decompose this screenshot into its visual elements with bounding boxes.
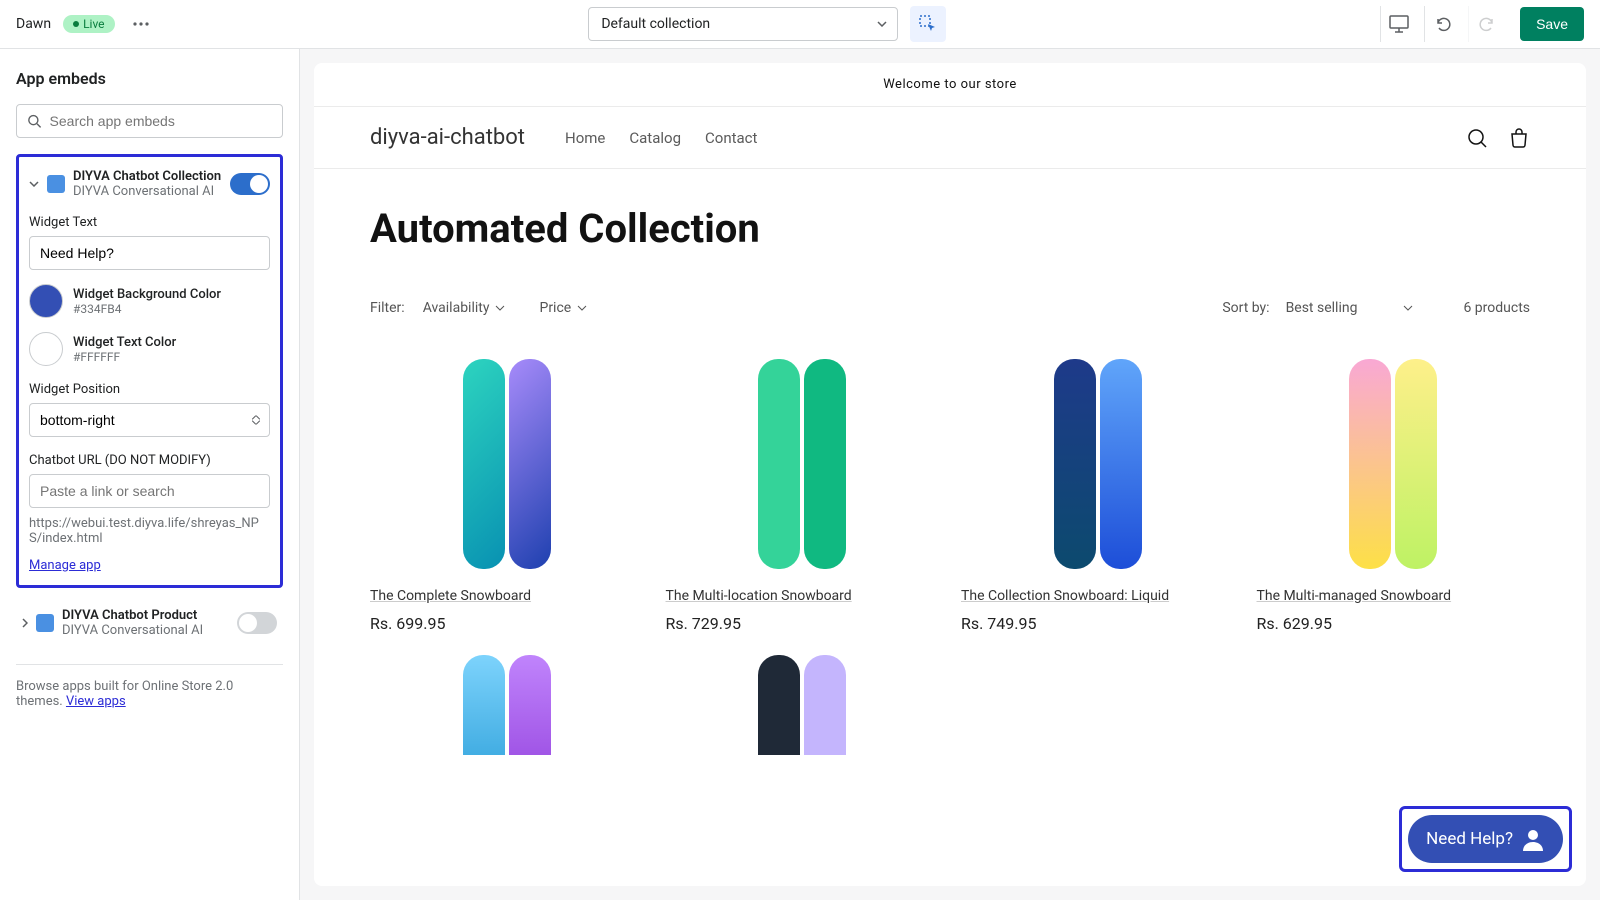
position-label: Widget Position xyxy=(29,382,270,397)
redo-icon xyxy=(1478,15,1496,33)
nav-catalog[interactable]: Catalog xyxy=(629,129,681,147)
chatbot-url-input[interactable] xyxy=(29,474,270,508)
product-card[interactable] xyxy=(666,655,940,755)
widget-text-label: Widget Text xyxy=(29,215,270,230)
product-card[interactable]: The Collection Snowboard: Liquid Rs. 749… xyxy=(961,354,1235,633)
filter-label: Filter: xyxy=(370,300,405,316)
preview-area: Welcome to our store diyva-ai-chatbot Ho… xyxy=(300,49,1600,900)
product-image xyxy=(370,354,644,574)
inspector-icon xyxy=(918,14,938,34)
chevron-right-icon xyxy=(22,618,28,628)
product-image xyxy=(370,655,644,755)
manage-app-link[interactable]: Manage app xyxy=(29,558,101,573)
sidebar-title: App embeds xyxy=(16,69,283,88)
product-name: The Collection Snowboard: Liquid xyxy=(961,588,1235,604)
desktop-icon xyxy=(1389,15,1409,33)
product-name: The Multi-location Snowboard xyxy=(666,588,940,604)
app-icon xyxy=(36,614,54,632)
undo-button[interactable] xyxy=(1424,6,1460,42)
search-embeds-box[interactable] xyxy=(16,104,283,138)
filter-price[interactable]: Price xyxy=(539,300,587,316)
product-price: Rs. 629.95 xyxy=(1257,614,1531,633)
chatbot-url-label: Chatbot URL (DO NOT MODIFY) xyxy=(29,453,270,468)
embed-toggle[interactable] xyxy=(237,612,277,634)
bg-color-label: Widget Background Color xyxy=(73,287,221,302)
color-swatch xyxy=(29,284,63,318)
bg-color-picker[interactable]: Widget Background Color #334FB4 xyxy=(29,284,270,318)
chevron-down-icon xyxy=(877,21,887,27)
product-count: 6 products xyxy=(1463,300,1530,316)
embed-subtitle: DIYVA Conversational AI xyxy=(62,623,229,638)
search-icon xyxy=(1466,127,1488,149)
announcement-bar: Welcome to our store xyxy=(314,63,1586,107)
store-preview: Welcome to our store diyva-ai-chatbot Ho… xyxy=(314,63,1586,886)
sidebar: App embeds DIYVA Chatbot Collection DIYV… xyxy=(0,49,300,900)
product-price: Rs. 749.95 xyxy=(961,614,1235,633)
product-image xyxy=(961,354,1235,574)
browse-apps-text: Browse apps built for Online Store 2.0 t… xyxy=(16,664,283,709)
collapse-button[interactable] xyxy=(29,181,39,187)
product-card[interactable] xyxy=(370,655,644,755)
product-image xyxy=(1257,354,1531,574)
nav-home[interactable]: Home xyxy=(565,129,605,147)
more-icon xyxy=(133,22,149,26)
embed-subtitle: DIYVA Conversational AI xyxy=(73,184,222,199)
template-select-label: Default collection xyxy=(601,16,710,32)
sort-label: Sort by: xyxy=(1222,300,1269,316)
color-swatch xyxy=(29,332,63,366)
embed-name: DIYVA Chatbot Product xyxy=(62,608,229,623)
text-color-label: Widget Text Color xyxy=(73,335,176,350)
embed-name: DIYVA Chatbot Collection xyxy=(73,169,222,184)
product-price: Rs. 699.95 xyxy=(370,614,644,633)
product-image xyxy=(666,354,940,574)
embed-chatbot-collection: DIYVA Chatbot Collection DIYVA Conversat… xyxy=(16,154,283,588)
inspector-button[interactable] xyxy=(910,6,946,42)
theme-name: Dawn xyxy=(16,16,51,32)
person-icon xyxy=(1521,827,1545,851)
filter-availability[interactable]: Availability xyxy=(423,300,506,316)
store-header: diyva-ai-chatbot Home Catalog Contact xyxy=(314,107,1586,169)
text-color-picker[interactable]: Widget Text Color #FFFFFF xyxy=(29,332,270,366)
product-name: The Complete Snowboard xyxy=(370,588,644,604)
redo-button[interactable] xyxy=(1468,6,1504,42)
chevron-down-icon xyxy=(577,305,587,311)
cart-button[interactable] xyxy=(1508,127,1530,149)
template-select[interactable]: Default collection xyxy=(588,7,898,41)
widget-text-input[interactable] xyxy=(29,236,270,270)
embed-toggle[interactable] xyxy=(230,173,270,195)
position-select[interactable] xyxy=(29,403,270,437)
product-price: Rs. 729.95 xyxy=(666,614,940,633)
chat-widget[interactable]: Need Help? xyxy=(1408,815,1563,863)
store-logo[interactable]: diyva-ai-chatbot xyxy=(370,125,525,150)
search-input[interactable] xyxy=(50,113,272,129)
product-card[interactable]: The Multi-managed Snowboard Rs. 629.95 xyxy=(1257,354,1531,633)
product-card[interactable]: The Complete Snowboard Rs. 699.95 xyxy=(370,354,644,633)
product-image xyxy=(666,655,940,755)
nav-contact[interactable]: Contact xyxy=(705,129,757,147)
undo-icon xyxy=(1434,15,1452,33)
chatbot-url-value: https://webui.test.diyva.life/shreyas_NP… xyxy=(29,516,270,546)
app-icon xyxy=(47,175,65,193)
collection-title: Automated Collection xyxy=(314,169,1586,272)
text-color-hex: #FFFFFF xyxy=(73,350,176,364)
save-button[interactable]: Save xyxy=(1520,7,1584,41)
view-apps-link[interactable]: View apps xyxy=(66,694,126,709)
chevron-down-icon xyxy=(29,181,39,187)
chat-widget-label: Need Help? xyxy=(1426,829,1513,849)
chevron-down-icon xyxy=(1403,305,1413,311)
product-name: The Multi-managed Snowboard xyxy=(1257,588,1531,604)
embed-chatbot-product[interactable]: DIYVA Chatbot Product DIYVA Conversation… xyxy=(16,598,283,648)
chat-widget-highlight: Need Help? xyxy=(1399,806,1572,872)
product-card[interactable]: The Multi-location Snowboard Rs. 729.95 xyxy=(666,354,940,633)
expand-button[interactable] xyxy=(22,618,28,628)
cart-icon xyxy=(1508,127,1530,149)
sort-select[interactable]: Best selling xyxy=(1286,300,1414,316)
viewport-button[interactable] xyxy=(1380,6,1416,42)
search-icon xyxy=(27,113,42,129)
chevron-down-icon xyxy=(495,305,505,311)
bg-color-hex: #334FB4 xyxy=(73,302,221,316)
search-button[interactable] xyxy=(1466,127,1488,149)
live-badge: Live xyxy=(63,15,114,33)
more-button[interactable] xyxy=(127,10,155,38)
